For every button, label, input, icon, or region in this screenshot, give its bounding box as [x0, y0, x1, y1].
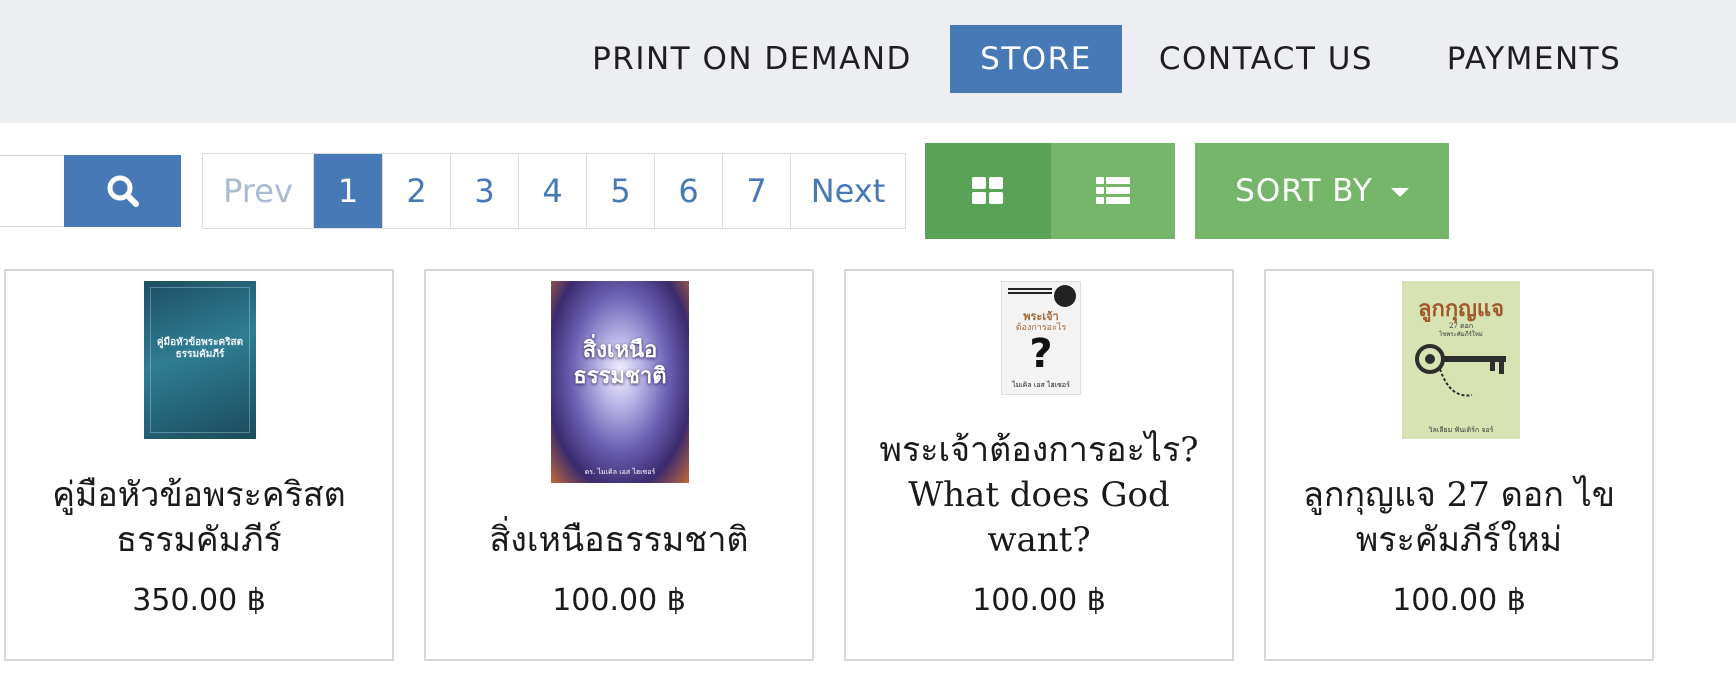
pagination-page-6[interactable]: 6	[655, 154, 723, 228]
pagination-prev[interactable]: Prev	[203, 154, 314, 228]
cover-title-line1: สิ่งเหนือ	[582, 337, 658, 363]
pagination-page-7[interactable]: 7	[723, 154, 791, 228]
product-cover-image[interactable]: ลูกกุญแจ 27 ดอก ไขพระคัมภีร์ใหม่ วิลเลีย…	[1402, 281, 1520, 439]
product-title-line1[interactable]: คู่มือหัวข้อพระคริสต	[16, 473, 382, 518]
search-input[interactable]	[0, 155, 64, 227]
product-card[interactable]: คู่มือหัวข้อพระคริสตธรรมคัมภีร์ คู่มือหั…	[4, 269, 394, 661]
pagination-page-3[interactable]: 3	[451, 154, 519, 228]
pagination-next[interactable]: Next	[791, 154, 905, 228]
nav-payments[interactable]: PAYMENTS	[1437, 25, 1631, 93]
list-view-icon	[1096, 177, 1130, 204]
pagination-page-4[interactable]: 4	[519, 154, 587, 228]
nav-print-on-demand[interactable]: PRINT ON DEMAND	[588, 25, 916, 93]
product-title-line1[interactable]: พระเจ้าต้องการอะไร?	[856, 428, 1222, 473]
key-illustration-icon	[1415, 344, 1506, 397]
cover-author: ดร. ไมเคิล เอส ไฮเซอร์	[584, 468, 656, 476]
product-price: 100.00 ฿	[972, 583, 1106, 618]
cover-title-line2: ธรรมชาติ	[573, 363, 667, 389]
cover-badge	[1054, 285, 1076, 307]
product-title-line3[interactable]: want?	[856, 518, 1222, 563]
cover-title: คู่มือหัวข้อพระคริสตธรรมคัมภีร์	[156, 337, 244, 360]
sort-by-dropdown[interactable]: SORT BY	[1195, 143, 1449, 239]
pagination-page-5[interactable]: 5	[587, 154, 655, 228]
top-navbar: PRINT ON DEMAND STORE CONTACT US PAYMENT…	[0, 0, 1736, 123]
cover-author: วิลเลียม ฟันเดิร์ก จอร์	[1428, 426, 1494, 434]
product-cover-image[interactable]: พระเจ้า ต้องการอะไร ? ไมเคิล เอส ไฮเซอร์	[1001, 281, 1081, 395]
nav-contact-us[interactable]: CONTACT US	[1155, 25, 1377, 93]
cover-question-mark: ?	[1029, 331, 1053, 377]
product-title-line2[interactable]: ธรรมคัมภีร์	[16, 518, 382, 563]
cover-subtitle: ไขพระคัมภีร์ใหม่	[1439, 331, 1483, 338]
nav-store[interactable]: STORE	[950, 25, 1122, 93]
cover-author: ไมเคิล เอส ไฮเซอร์	[1012, 381, 1070, 389]
cover-title-line1: พระเจ้า	[1023, 310, 1059, 323]
pagination-page-1[interactable]: 1	[314, 154, 383, 228]
product-title-line1[interactable]: ลูกกุญแจ 27 ดอก ไข	[1276, 473, 1642, 518]
product-title-line2[interactable]: What does God	[856, 473, 1222, 518]
search-icon	[107, 175, 139, 207]
list-view-button[interactable]	[1051, 143, 1175, 239]
grid-view-button[interactable]	[925, 143, 1051, 239]
product-card[interactable]: สิ่งเหนือ ธรรมชาติ ดร. ไมเคิล เอส ไฮเซอร…	[424, 269, 814, 661]
pagination: Prev 1 2 3 4 5 6 7 Next	[202, 153, 906, 229]
product-price: 100.00 ฿	[552, 583, 686, 618]
grid-view-icon	[972, 177, 1003, 204]
product-card[interactable]: พระเจ้า ต้องการอะไร ? ไมเคิล เอส ไฮเซอร์…	[844, 269, 1234, 661]
caret-down-icon	[1390, 187, 1409, 197]
product-cover-image[interactable]: สิ่งเหนือ ธรรมชาติ ดร. ไมเคิล เอส ไฮเซอร…	[551, 281, 689, 483]
product-title-line2[interactable]: พระคัมภีร์ใหม่	[1276, 518, 1642, 563]
product-card[interactable]: ลูกกุญแจ 27 ดอก ไขพระคัมภีร์ใหม่ วิลเลีย…	[1264, 269, 1654, 661]
product-cover-image[interactable]: คู่มือหัวข้อพระคริสตธรรมคัมภีร์	[144, 281, 256, 439]
search-button[interactable]	[64, 155, 181, 227]
sort-by-label: SORT BY	[1235, 173, 1373, 209]
product-price: 350.00 ฿	[132, 583, 266, 618]
product-title-line1[interactable]: สิ่งเหนือธรรมชาติ	[436, 518, 802, 563]
cover-title-line1: ลูกกุญแจ	[1418, 296, 1504, 322]
pagination-page-2[interactable]: 2	[383, 154, 451, 228]
product-price: 100.00 ฿	[1392, 583, 1526, 618]
